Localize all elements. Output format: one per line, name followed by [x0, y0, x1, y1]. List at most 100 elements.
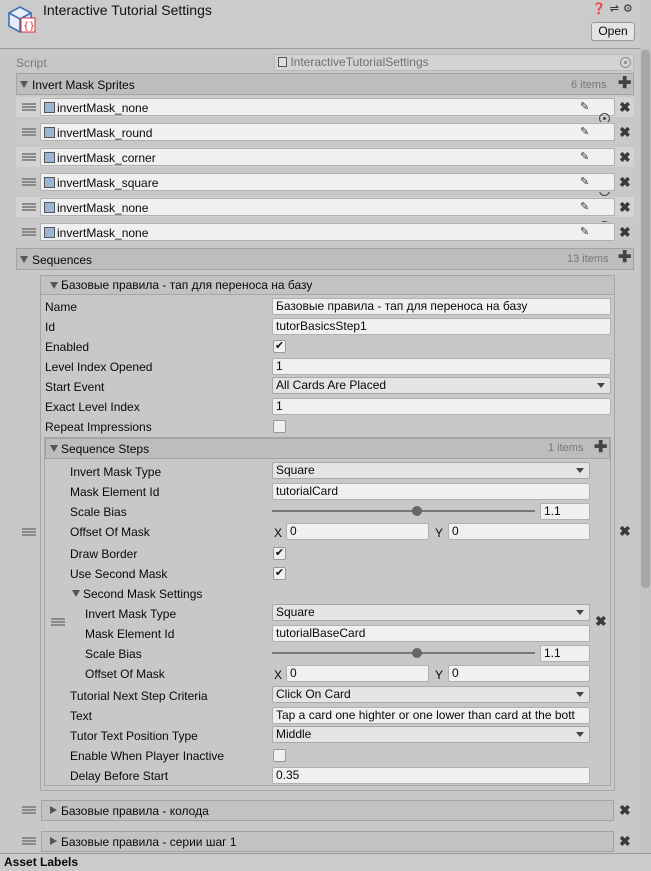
exact-level-field[interactable]: 1 — [272, 398, 611, 415]
remove-sprite-icon[interactable]: ✖ — [619, 100, 631, 114]
fold-open-icon[interactable] — [50, 282, 58, 289]
next-step-dropdown[interactable]: Click On Card — [272, 686, 590, 703]
use-second-mask-label: Use Second Mask — [70, 567, 168, 581]
drag-handle-icon[interactable] — [22, 228, 36, 236]
second-scale-bias-slider[interactable] — [272, 652, 535, 654]
remove-sprite-icon[interactable]: ✖ — [619, 125, 631, 139]
sprite-name: invertMask_none — [57, 101, 149, 115]
sprite-icon — [44, 102, 55, 113]
draw-border-checkbox[interactable]: ✔ — [273, 547, 286, 560]
start-event-dropdown[interactable]: All Cards Are Placed — [272, 377, 611, 394]
remove-second-mask-icon[interactable]: ✖ — [595, 614, 607, 628]
sprite-icon — [44, 177, 55, 188]
second-scale-bias-label: Scale Bias — [85, 647, 142, 661]
add-step-icon[interactable]: ✚ — [594, 440, 607, 456]
second-offset-label: Offset Of Mask — [85, 667, 165, 681]
edit-pencil-icon[interactable]: ✎ — [580, 125, 589, 138]
drag-handle-icon[interactable] — [22, 178, 36, 186]
drag-handle-icon[interactable] — [22, 837, 36, 845]
drag-handle-icon[interactable] — [22, 806, 36, 814]
edit-pencil-icon[interactable]: ✎ — [580, 150, 589, 163]
step-drag-handle-icon[interactable] — [22, 528, 36, 536]
sequence-steps-title: Sequence Steps — [61, 442, 150, 456]
scale-bias-field[interactable]: 1.1 — [540, 503, 590, 520]
fold-closed-icon[interactable] — [50, 837, 57, 845]
remove-sprite-icon[interactable]: ✖ — [619, 225, 631, 239]
preset-icon[interactable]: ⇌ — [610, 3, 619, 15]
exact-level-label: Exact Level Index — [45, 400, 140, 414]
offset-y-field[interactable]: 0 — [448, 523, 590, 540]
scale-bias-slider[interactable] — [272, 510, 535, 512]
second-mask-element-id-field[interactable]: tutorialBaseCard — [272, 625, 590, 642]
invert-mask-type-dropdown[interactable]: Square — [272, 462, 590, 479]
scale-bias-knob[interactable] — [411, 506, 422, 516]
mask-element-id-field[interactable]: tutorialCard — [272, 483, 590, 500]
fold-open-icon[interactable] — [50, 445, 58, 452]
invert-mask-sprites-count: 6 items — [571, 79, 607, 91]
text-label: Text — [70, 709, 93, 723]
mask-element-id-label: Mask Element Id — [70, 485, 160, 499]
tutor-pos-dropdown[interactable]: Middle — [272, 726, 590, 743]
use-second-mask-checkbox[interactable]: ✔ — [273, 567, 286, 580]
remove-sprite-icon[interactable]: ✖ — [619, 175, 631, 189]
drag-handle-icon[interactable] — [22, 128, 36, 136]
add-sprite-icon[interactable]: ✚ — [618, 76, 631, 92]
repeat-checkbox[interactable] — [273, 420, 286, 433]
drag-handle-icon[interactable] — [22, 153, 36, 161]
settings-icon[interactable]: ⚙ — [623, 3, 633, 15]
sprite-icon — [44, 152, 55, 163]
drag-handle-icon[interactable] — [22, 103, 36, 111]
second-scale-bias-field[interactable]: 1.1 — [540, 645, 590, 662]
help-icon[interactable]: ❓ — [592, 3, 606, 15]
remove-sequence-icon[interactable]: ✖ — [619, 834, 631, 848]
edit-pencil-icon[interactable]: ✎ — [580, 100, 589, 113]
edit-pencil-icon[interactable]: ✎ — [580, 225, 589, 238]
delay-field[interactable]: 0.35 — [272, 767, 590, 784]
drag-handle-icon[interactable] — [22, 203, 36, 211]
remove-sprite-icon[interactable]: ✖ — [619, 150, 631, 164]
offset-x-field[interactable]: 0 — [286, 523, 429, 540]
open-button[interactable]: Open — [591, 22, 635, 41]
fold-open-icon[interactable] — [20, 256, 28, 263]
second-mask-drag-handle-icon[interactable] — [51, 618, 65, 626]
second-offset-y-field[interactable]: 0 — [448, 665, 590, 682]
collapsed-sequence-title: Базовые правила - колода — [61, 804, 209, 818]
fold-open-icon[interactable] — [20, 81, 28, 88]
name-field[interactable]: Базовые правила - тап для переноса на ба… — [272, 298, 611, 315]
remove-sequence-icon[interactable]: ✖ — [619, 524, 631, 538]
second-offset-y-label: Y — [435, 668, 444, 682]
header-divider — [0, 48, 640, 49]
remove-sequence-icon[interactable]: ✖ — [619, 803, 631, 817]
second-invert-mask-type-dropdown[interactable]: Square — [272, 604, 590, 621]
collapsed-sequence-title: Базовые правила - серии шаг 1 — [61, 835, 237, 849]
asset-labels-bar[interactable] — [0, 853, 651, 871]
next-step-value: Click On Card — [276, 687, 351, 701]
second-mask-element-id-label: Mask Element Id — [85, 627, 175, 641]
tutor-pos-label: Tutor Text Position Type — [70, 729, 198, 743]
second-offset-x-label: X — [274, 668, 283, 682]
remove-sprite-icon[interactable]: ✖ — [619, 200, 631, 214]
asset-labels-title: Asset Labels — [4, 855, 79, 869]
second-scale-bias-knob[interactable] — [411, 648, 422, 658]
second-offset-x-field[interactable]: 0 — [286, 665, 429, 682]
sprite-name: invertMask_round — [57, 126, 153, 140]
enabled-checkbox[interactable]: ✔ — [273, 340, 286, 353]
chevron-down-icon — [597, 383, 605, 388]
script-value: InteractiveTutorialSettings — [290, 55, 429, 69]
id-field[interactable]: tutorBasicsStep1 — [272, 318, 611, 335]
sequences-count: 13 items — [567, 253, 609, 265]
level-index-field[interactable]: 1 — [272, 358, 611, 375]
add-sequence-icon[interactable]: ✚ — [618, 250, 631, 266]
repeat-label: Repeat Impressions — [45, 420, 152, 434]
scrollbar-thumb[interactable] — [641, 50, 650, 588]
sprite-icon — [44, 227, 55, 238]
enable-inactive-checkbox[interactable] — [273, 749, 286, 762]
edit-pencil-icon[interactable]: ✎ — [580, 200, 589, 213]
svg-text:{}: {} — [23, 21, 35, 32]
fold-closed-icon[interactable] — [50, 806, 57, 814]
sequences-header[interactable] — [16, 248, 634, 270]
next-step-label: Tutorial Next Step Criteria — [70, 689, 208, 703]
text-field[interactable]: Tap a card one highter or one lower than… — [272, 707, 590, 724]
edit-pencil-icon[interactable]: ✎ — [580, 175, 589, 188]
fold-open-icon[interactable] — [72, 590, 80, 597]
